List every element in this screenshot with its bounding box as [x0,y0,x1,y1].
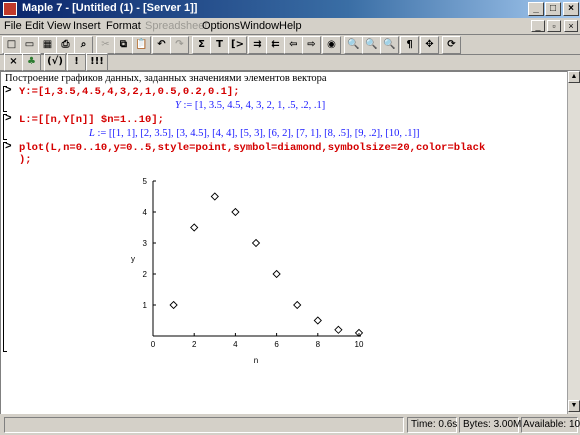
menu-file[interactable]: File [4,20,22,32]
data-point-diamond [293,300,302,310]
scroll-down-arrow[interactable]: ▼ [568,400,580,412]
output-line-2: L := [[1, 1], [2, 3.5], [3, 4.5], [4, 4]… [89,128,419,139]
input-line-3[interactable]: plot(L,n=0..10,y=0..5,style=point,symbol… [19,142,485,154]
output-variable: L [89,128,95,139]
output-value: := [1, 3.5, 4.5, 4, 3, 2, 1, .5, .2, .1] [183,100,326,111]
x-tick-label: 4 [233,340,238,349]
y-tick-label: 2 [143,270,148,279]
title-bar: Maple 7 - [Untitled (1) - [Server 1]] _ … [0,0,580,18]
menu-bar: File Edit View Insert Format Spreadsheet… [0,18,580,35]
data-point-diamond [210,192,219,201]
vertical-scrollbar[interactable]: ▲ ▼ [567,71,580,414]
x-tick-label: 0 [151,340,156,349]
data-point-diamond [272,269,281,279]
interrupt-icon[interactable]: × [4,53,23,71]
y-tick-label: 1 [143,301,148,310]
output-value: := [[1, 1], [2, 3.5], [3, 4.5], [4, 4], … [97,128,420,139]
menu-edit[interactable]: Edit [25,20,44,32]
window-title: Maple 7 - [Untitled (1) - [Server 1]] [22,2,198,14]
input-line-2[interactable]: L:=[[n,Y[n]] $n=1..10]; [19,114,164,126]
y-tick-label: 5 [143,177,148,186]
x-tick-label: 10 [355,340,364,349]
execute-worksheet-icon[interactable]: !!! [86,53,108,71]
data-point-diamond [334,325,343,334]
data-point-diamond [169,300,178,310]
scroll-up-arrow[interactable]: ▲ [568,71,580,83]
context-toolbar: × ♣ (√) ! !!! [0,52,580,71]
x-tick-label: 2 [192,340,197,349]
x-axis-label: n [254,356,258,363]
menu-view[interactable]: View [47,20,71,32]
worksheet[interactable]: Построение графиков данных, заданных зна… [0,71,567,414]
math-expression-icon[interactable]: (√) [44,53,66,71]
execute-icon[interactable]: ♣ [22,53,41,71]
menu-window[interactable]: Window [240,20,279,32]
status-time: Time: 0.6s [407,417,457,433]
mdi-restore-button[interactable]: ▫ [547,20,561,32]
output-line-1: Y := [1, 3.5, 4.5, 4, 3, 2, 1, .5, .2, .… [175,100,325,111]
input-line-3-cont[interactable]: ); [19,154,32,166]
status-bar: Time: 0.6s Bytes: 3.00M Available: 103M [0,414,580,435]
data-point-diamond [190,223,199,232]
text-heading: Построение графиков данных, заданных зна… [5,73,327,84]
mdi-minimize-button[interactable]: _ [531,20,545,32]
menu-help[interactable]: Help [279,20,302,32]
scatter-plot[interactable]: 0 2 4 6 8 1012345ny [121,168,411,363]
minimize-button[interactable]: _ [528,2,544,16]
input-line-1[interactable]: Y:=[1,3.5,4.5,4,3,2,1,0.5,0.2,0.1]; [19,86,240,98]
y-tick-label: 4 [143,208,148,217]
execution-group-bracket[interactable] [3,114,7,140]
menu-format[interactable]: Format [106,20,141,32]
execute-selection-icon[interactable]: ! [67,53,86,71]
data-point-diamond [313,316,322,325]
data-point-diamond [231,207,240,217]
maximize-button[interactable]: □ [545,2,561,16]
menu-insert[interactable]: Insert [73,20,101,32]
execution-group-bracket[interactable] [3,142,7,352]
menu-options[interactable]: Options [202,20,240,32]
x-tick-label: 6 [274,340,279,349]
maple-app-icon[interactable] [3,2,17,16]
status-available: Available: 103M [521,417,580,433]
status-message [4,417,404,433]
y-axis-label: y [131,255,135,264]
x-tick-label: 8 [316,340,321,349]
output-variable: Y [175,100,181,111]
status-bytes: Bytes: 3.00M [459,417,521,433]
close-button[interactable]: × [563,2,579,16]
menu-spreadsheet: Spreadsheet [145,20,208,32]
y-tick-label: 3 [143,239,148,248]
data-point-diamond [251,238,261,248]
mdi-close-button[interactable]: × [564,20,578,32]
execution-group-bracket[interactable] [3,86,7,112]
